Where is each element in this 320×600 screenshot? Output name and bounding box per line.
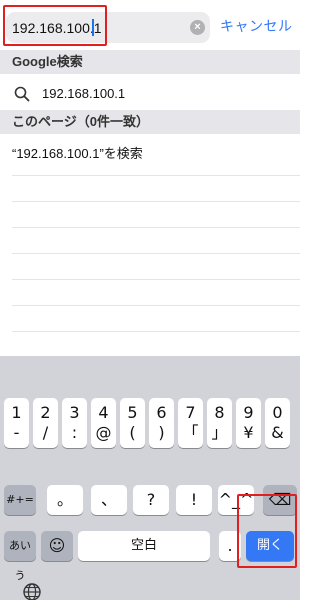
key-colon[interactable]: : [62, 418, 87, 448]
keyboard [0, 356, 300, 600]
globe-icon[interactable] [22, 582, 42, 600]
key-hyphen[interactable]: - [4, 418, 29, 448]
clear-icon[interactable]: × [190, 20, 205, 35]
key-paren-close[interactable]: ) [149, 418, 174, 448]
key-kaomoji[interactable]: ^_^ [218, 485, 254, 515]
address-search-field[interactable] [6, 12, 210, 43]
text-cursor [92, 19, 94, 36]
emoji-icon[interactable]: ☺ [41, 531, 73, 561]
key-slash[interactable]: / [33, 418, 58, 448]
key-bracket-close[interactable]: 」 [207, 418, 232, 448]
suggestion-text: 192.168.100.1 [42, 86, 126, 101]
key-question[interactable]: ? [133, 485, 169, 515]
key-at[interactable]: @ [91, 418, 116, 448]
backspace-icon[interactable]: ⌫ [263, 485, 297, 515]
key-ampersand[interactable]: & [265, 418, 290, 448]
find-in-page-text: “192.168.100.1”を検索 [12, 146, 143, 161]
key-bracket-open[interactable]: 「 [178, 418, 203, 448]
key-period-jp[interactable]: 。 [47, 485, 83, 515]
key-yen[interactable]: ¥ [236, 418, 261, 448]
space-key[interactable]: 空白 [78, 531, 210, 561]
find-in-page-header-label: このページ（0件一致） [12, 114, 149, 129]
search-input[interactable] [12, 12, 182, 43]
key-kana-toggle[interactable]: あいう [4, 531, 36, 582]
list-divider [12, 305, 300, 306]
google-suggestion-row[interactable]: 192.168.100.1 [0, 74, 300, 114]
find-in-page-row[interactable]: “192.168.100.1”を検索 [0, 134, 300, 174]
key-comma-jp[interactable]: 、 [91, 485, 127, 515]
key-dot[interactable]: . [219, 531, 241, 561]
google-search-header-label: Google検索 [12, 54, 83, 69]
list-divider [12, 227, 300, 228]
key-exclamation[interactable]: ! [176, 485, 212, 515]
search-bar: × キャンセル [0, 0, 300, 50]
find-in-page-header: このページ（0件一致） [0, 110, 300, 134]
list-divider [12, 175, 300, 176]
cancel-button[interactable]: キャンセル [220, 16, 293, 36]
key-paren-open[interactable]: ( [120, 418, 145, 448]
list-divider [12, 253, 300, 254]
list-divider [12, 331, 300, 332]
key-symbols-toggle[interactable]: #+= [4, 485, 36, 515]
search-icon [14, 86, 30, 102]
google-search-header: Google検索 [0, 50, 300, 74]
list-divider [12, 201, 300, 202]
open-button[interactable]: 開く [246, 531, 294, 561]
list-divider [12, 279, 300, 280]
